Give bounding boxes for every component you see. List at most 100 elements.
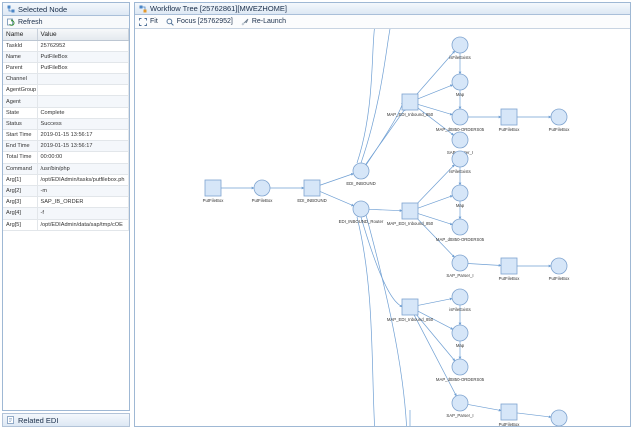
- table-row[interactable]: Arg[1]/opt/EDIAdmin/tasks/putfilebox.ph: [3, 174, 129, 186]
- property-name-cell: Channel: [3, 73, 38, 86]
- state-circle[interactable]: [451, 108, 469, 126]
- relaunch-button[interactable]: Re-Launch: [241, 18, 286, 26]
- workflow-node-map-sq-a[interactable]: MAP_EDI_Inbound_850: [387, 93, 434, 117]
- workflow-node-map-a[interactable]: Map: [451, 73, 469, 97]
- workflow-node-ifexists-a[interactable]: isFileExists: [449, 36, 471, 60]
- table-row[interactable]: Command/usr/bin/php: [3, 163, 129, 175]
- related-edi-tab[interactable]: Related EDI: [2, 413, 130, 427]
- table-row[interactable]: Channel: [3, 73, 129, 86]
- table-row[interactable]: Arg[5]/opt/EDIAdmin/data/sap/tmp/cOE: [3, 219, 129, 231]
- property-value-cell: [37, 95, 129, 108]
- table-row[interactable]: Agent: [3, 95, 129, 108]
- state-circle[interactable]: [451, 394, 469, 412]
- workflow-node-desadv-b[interactable]: MAP_dtt850-ORDERS05: [436, 218, 485, 242]
- table-row[interactable]: Arg[2] -m: [3, 185, 129, 198]
- workflow-graph[interactable]: PutFileBox PutFileBox EDI_INBOUND EDI_INBOU…: [135, 29, 631, 427]
- workflow-canvas[interactable]: PutFileBox PutFileBox EDI_INBOUND EDI_INBOU…: [135, 29, 631, 427]
- task-square[interactable]: [401, 202, 419, 220]
- node-label: Map: [456, 92, 465, 97]
- property-name-cell: Arg[2]: [3, 185, 38, 198]
- state-circle[interactable]: [451, 288, 469, 306]
- state-circle[interactable]: [451, 358, 469, 376]
- node-label: PutFileBox: [203, 198, 225, 203]
- workflow-node-map-sq-b[interactable]: MAP_EDI_Inbound_850: [387, 202, 434, 226]
- node-label: isFileExists: [449, 55, 471, 60]
- table-row[interactable]: Start Time 2019-01-15 13:56:17: [3, 129, 129, 142]
- workflow-node-map-sq-c[interactable]: MAP_EDI_Inbound_850: [387, 298, 434, 322]
- table-row[interactable]: End Time 2019-01-15 13:56:17: [3, 140, 129, 153]
- property-name-cell: State: [3, 107, 38, 119]
- workflow-node-putfilebox-b2[interactable]: PutFileBox: [549, 257, 571, 281]
- edge-sap_porter_b-putfilebox_b: [467, 263, 502, 267]
- refresh-icon: [7, 18, 15, 26]
- edge-curve-down-2: [360, 216, 403, 308]
- table-row[interactable]: Arg[3] SAP_IB_ORDER: [3, 196, 129, 209]
- workflow-node-putfilebox-a2[interactable]: PutFileBox: [549, 108, 571, 132]
- workflow-node-sap-porter-b[interactable]: SAP_Parser_I: [446, 254, 474, 278]
- column-header-name[interactable]: Name: [3, 29, 38, 41]
- task-square[interactable]: [500, 403, 518, 421]
- state-circle[interactable]: [451, 36, 469, 54]
- left-toolbar: Refresh: [3, 16, 129, 29]
- task-square[interactable]: [500, 108, 518, 126]
- workflow-node-map-b[interactable]: Map: [451, 184, 469, 208]
- table-row[interactable]: Arg[4] -f: [3, 207, 129, 220]
- state-circle[interactable]: [451, 131, 469, 149]
- workflow-node-putfilebox-a[interactable]: PutFileBox: [499, 108, 521, 132]
- state-circle[interactable]: [451, 254, 469, 272]
- edge-curve-up-2: [360, 29, 391, 164]
- node-label: SAP_Parser_I: [446, 273, 473, 278]
- table-row[interactable]: AgentGroup: [3, 84, 129, 97]
- task-square[interactable]: [500, 257, 518, 275]
- node-label: EDI_INBOUND: [346, 181, 375, 186]
- workflow-node-desadv-a[interactable]: MAP_dtt850-ORDERS05: [436, 108, 485, 132]
- state-circle[interactable]: [451, 150, 469, 168]
- workflow-node-putfilebox-1[interactable]: PutFileBox: [203, 179, 225, 203]
- node-label: PutFileBox: [499, 276, 521, 281]
- workflow-node-putfilebox-c2[interactable]: PutFileBox: [549, 409, 571, 427]
- state-circle[interactable]: [550, 257, 568, 275]
- state-circle[interactable]: [451, 218, 469, 236]
- workflow-node-putfilebox-b[interactable]: PutFileBox: [499, 257, 521, 281]
- table-row[interactable]: Total Time 00:00:00: [3, 151, 129, 164]
- table-row[interactable]: Parent PutFileBox: [3, 62, 129, 75]
- state-circle[interactable]: [451, 324, 469, 342]
- focus-button[interactable]: Focus [25762952]: [166, 18, 233, 26]
- property-value-cell: Success: [37, 118, 129, 131]
- state-circle[interactable]: [451, 184, 469, 202]
- properties-table: Name Value TaskId 25762952 Name PutFileBox P…: [3, 29, 129, 231]
- workflow-node-map-c[interactable]: Map: [451, 324, 469, 348]
- task-square[interactable]: [401, 93, 419, 111]
- state-circle[interactable]: [253, 179, 271, 197]
- fit-button[interactable]: Fit: [139, 17, 158, 26]
- state-circle[interactable]: [451, 73, 469, 91]
- edge-putfilebox_c-putfilebox_c2: [516, 412, 552, 419]
- state-circle[interactable]: [550, 108, 568, 126]
- workflow-node-putfilebox-c[interactable]: PutFileBox: [499, 403, 521, 427]
- workflow-node-putfilebox-2[interactable]: PutFileBox: [252, 179, 274, 203]
- state-circle[interactable]: [550, 409, 568, 426]
- workflow-node-ifexists-c[interactable]: isFileExists: [449, 288, 471, 312]
- node-label: MAP_EDI_Inbound_850: [387, 317, 434, 322]
- task-square[interactable]: [303, 179, 321, 197]
- node-label: EDI_INBOUND: [297, 198, 326, 203]
- workflow-tree-panel: Workflow Tree [25762861][MWEZHOME] Fit F…: [134, 2, 631, 427]
- refresh-label: Refresh: [18, 18, 43, 26]
- table-row[interactable]: Name PutFileBox: [3, 51, 129, 63]
- column-header-value[interactable]: Value: [37, 29, 129, 41]
- table-row[interactable]: Status Success: [3, 118, 129, 131]
- state-circle[interactable]: [352, 162, 370, 180]
- property-value-cell: [37, 84, 129, 97]
- state-circle[interactable]: [352, 200, 370, 218]
- workflow-node-sap-porter-c[interactable]: SAP_Parser_I: [446, 394, 474, 418]
- properties-table-body: TaskId 25762952 Name PutFileBox Parent PutFil…: [3, 40, 129, 231]
- table-row[interactable]: State Complete: [3, 107, 129, 119]
- table-row[interactable]: TaskId 25762952: [3, 40, 129, 52]
- task-square[interactable]: [401, 298, 419, 316]
- workflow-node-edi-inbound-sq[interactable]: EDI_INBOUND: [297, 179, 327, 203]
- workflow-node-edi-inbound-router[interactable]: EDI_INBOUND_Router: [339, 200, 384, 224]
- task-square[interactable]: [204, 179, 222, 197]
- refresh-button[interactable]: Refresh: [7, 18, 43, 26]
- node-label: MAP_dtt850-ORDERS05: [436, 127, 485, 132]
- property-name-cell: Arg[4]: [3, 207, 38, 220]
